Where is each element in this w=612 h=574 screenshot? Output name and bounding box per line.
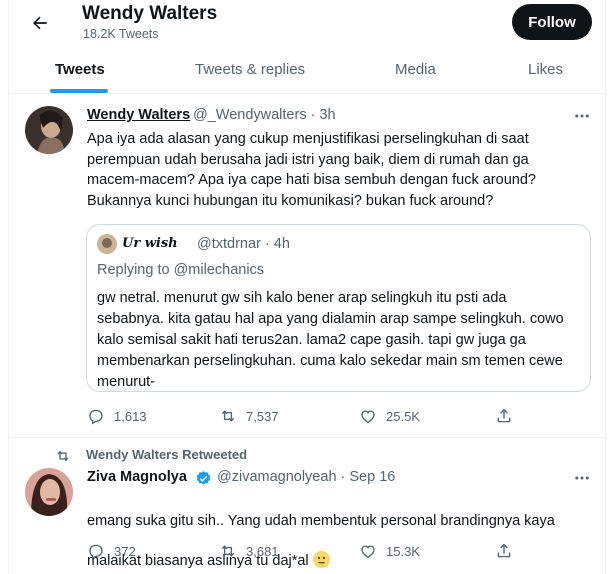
tab-likes[interactable]: Likes	[528, 46, 563, 93]
tweet-text: Apa iya ada alasan yang cukup menjustifi…	[87, 131, 536, 209]
tab-tweets[interactable]: Tweets	[55, 46, 105, 93]
like-count: 15.3K	[386, 543, 420, 559]
reply-icon	[89, 409, 103, 425]
tweet-actions: 372 3,681 15.3K	[9, 539, 607, 563]
avatar[interactable]	[25, 106, 73, 154]
like-icon	[361, 545, 375, 559]
like-button[interactable]: 15.3K	[359, 539, 420, 563]
quoted-tweet-text: gw netral. menurut gw sih kalo bener ara…	[97, 290, 564, 390]
like-icon	[361, 410, 375, 424]
retweeted-indicator	[55, 447, 71, 465]
quoted-author-name: Ur wish	[122, 236, 178, 251]
more-icon[interactable]	[572, 468, 592, 488]
profile-tabs: Tweets Tweets & replies Media Likes	[9, 46, 607, 94]
tab-tweets-and-replies[interactable]: Tweets & replies	[195, 46, 305, 93]
author-handle-and-time[interactable]: @_Wendywalters · 3h	[193, 107, 336, 123]
author-name[interactable]: Ziva Magnolya	[87, 469, 187, 485]
active-tab-indicator	[50, 89, 108, 93]
like-button[interactable]: 25.5K	[359, 404, 420, 428]
reply-count: 372	[114, 543, 136, 559]
quoted-author-handle-and-time: @txtdrnar · 4h	[197, 236, 290, 252]
replying-to: Replying to @milechanics	[97, 262, 265, 278]
reply-count: 1,613	[114, 408, 147, 424]
profile-header: Wendy Walters 18.2K Tweets Follow	[9, 0, 607, 46]
verified-badge-icon	[195, 470, 212, 487]
retweet-count: 3,681	[246, 543, 279, 559]
more-icon[interactable]	[572, 106, 592, 126]
share-button[interactable]	[495, 404, 513, 428]
retweet-icon	[57, 451, 69, 461]
tweet-count: 18.2K Tweets	[83, 27, 159, 41]
share-icon	[497, 543, 511, 558]
tweet-actions: 1,613 7,537 25.5K	[9, 404, 607, 428]
retweet-button[interactable]: 3,681	[219, 539, 279, 563]
retweeted-by-label[interactable]: Wendy Walters Retweeted	[86, 447, 247, 462]
share-icon	[497, 408, 511, 423]
quoted-tweet[interactable]: Ur wish @txtdrnar · 4h Replying to @mile…	[86, 224, 591, 392]
profile-name: Wendy Walters	[82, 3, 218, 24]
retweet-button[interactable]: 7,537	[219, 404, 279, 428]
follow-button[interactable]: Follow	[512, 4, 592, 40]
reply-button[interactable]: 1,613	[87, 404, 147, 428]
tweet[interactable]: Wendy Walters Retweeted Ziva Magnolya @z…	[9, 438, 607, 574]
retweet-count: 7,537	[246, 408, 279, 424]
tweet[interactable]: Wendy Walters @_Wendywalters · 3h Apa iy…	[9, 94, 607, 438]
reply-icon	[89, 544, 103, 560]
tab-media[interactable]: Media	[395, 46, 436, 93]
avatar	[97, 234, 117, 254]
retweet-icon	[221, 410, 235, 422]
reply-button[interactable]: 372	[87, 539, 136, 563]
back-arrow-icon[interactable]	[25, 8, 55, 38]
avatar[interactable]	[25, 468, 73, 516]
author-name[interactable]: Wendy Walters	[87, 107, 190, 123]
share-button[interactable]	[495, 539, 513, 563]
author-handle-and-time[interactable]: @zivamagnolyeah · Sep 16	[217, 469, 395, 485]
profile-timeline: Wendy Walters 18.2K Tweets Follow Tweets…	[8, 0, 607, 574]
like-count: 25.5K	[386, 408, 420, 424]
tweet-text-line: emang suka gitu sih.. Yang udah membentu…	[87, 513, 555, 529]
retweet-icon	[221, 545, 235, 557]
